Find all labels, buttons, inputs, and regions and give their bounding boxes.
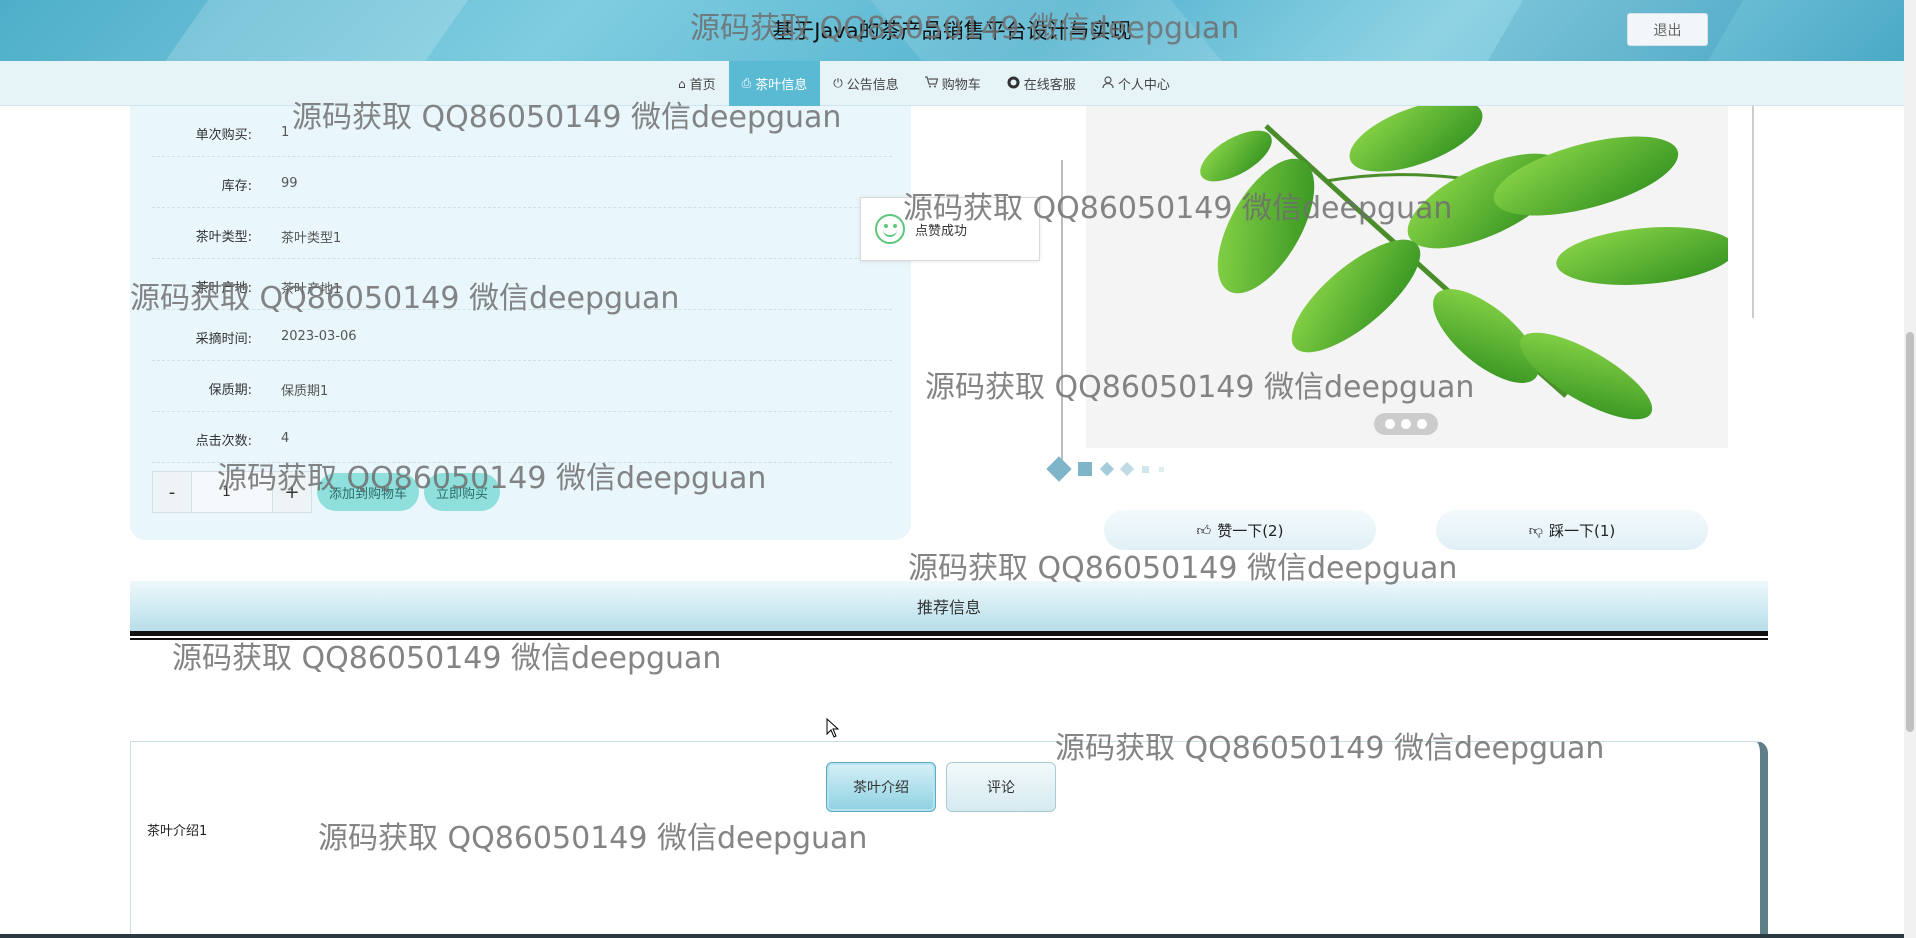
carousel-dot[interactable] bbox=[1385, 419, 1395, 429]
printer-icon: ⎙ bbox=[741, 76, 752, 90]
carousel-dot[interactable] bbox=[1417, 419, 1427, 429]
carousel-divider bbox=[1061, 160, 1063, 460]
detail-label: 库存: bbox=[221, 179, 252, 194]
thumbs-down-icon: 👎︎ bbox=[1528, 522, 1543, 539]
recommend-title: 推荐信息 bbox=[916, 598, 981, 617]
thumbnail-indicator[interactable] bbox=[1078, 462, 1092, 476]
detail-row-origin: 茶叶产地: 茶叶产地1 bbox=[152, 259, 892, 310]
quantity-minus-button[interactable]: - bbox=[152, 471, 192, 513]
detail-row-pick-date: 采摘时间: 2023-03-06 bbox=[152, 310, 892, 361]
nav-item-label: 茶叶信息 bbox=[755, 78, 808, 93]
scrollbar-thumb[interactable] bbox=[1906, 332, 1914, 732]
detail-label: 保质期: bbox=[208, 383, 252, 398]
nav-item-label: 在线客服 bbox=[1023, 78, 1076, 93]
product-detail-panel: 单次购买: 1 库存: 99 茶叶类型: 茶叶类型1 茶叶产地: 茶叶产地1 采… bbox=[130, 106, 911, 540]
nav-item-label: 公告信息 bbox=[846, 78, 899, 93]
thumbs-up-icon: 👍︎ bbox=[1196, 522, 1212, 539]
dislike-button[interactable]: 👎︎ 踩一下(1) bbox=[1436, 510, 1708, 550]
bottom-strip bbox=[0, 934, 1904, 938]
buy-now-button[interactable]: 立即购买 bbox=[424, 473, 500, 511]
mouse-cursor-icon bbox=[826, 718, 840, 738]
detail-value: 保质期1 bbox=[281, 384, 329, 399]
detail-value: 茶叶类型1 bbox=[281, 231, 342, 246]
nav-item-home[interactable]: ⌂ 首页 bbox=[665, 61, 729, 106]
quantity-plus-button[interactable]: + bbox=[272, 471, 312, 513]
detail-value: 99 bbox=[281, 176, 298, 191]
carousel-thumbnails bbox=[1046, 456, 1164, 482]
logout-button[interactable]: 退出 bbox=[1627, 13, 1708, 46]
carousel-pager bbox=[1374, 413, 1438, 435]
power-icon: ⏻ bbox=[833, 76, 843, 90]
dislike-label: 踩一下(1) bbox=[1548, 521, 1616, 540]
detail-label: 单次购买: bbox=[195, 128, 252, 143]
top-header: 基于Java的茶产品销售平台设计与实现 退出 bbox=[0, 0, 1904, 61]
success-toast: 点赞成功 bbox=[860, 197, 1040, 261]
detail-value: 2023-03-06 bbox=[281, 329, 357, 344]
nav-item-label: 首页 bbox=[689, 78, 716, 93]
detail-value: 4 bbox=[281, 431, 290, 446]
detail-row-shelf-life: 保质期: 保质期1 bbox=[152, 361, 892, 412]
detail-label: 茶叶类型: bbox=[195, 230, 252, 245]
nav-item-label: 购物车 bbox=[941, 78, 981, 93]
detail-label: 茶叶产地: bbox=[195, 281, 252, 296]
nav-item-label: 个人中心 bbox=[1117, 78, 1170, 93]
product-image bbox=[1086, 106, 1728, 448]
main-nav: ⌂ 首页 ⎙ 茶叶信息 ⏻ 公告信息 购物车 在线客服 个人中心 bbox=[0, 61, 1904, 106]
nav-item-cart[interactable]: 购物车 bbox=[912, 61, 994, 106]
detail-value: 茶叶产地1 bbox=[281, 282, 342, 297]
carousel-dot[interactable] bbox=[1401, 419, 1411, 429]
user-icon bbox=[1102, 75, 1114, 92]
divider bbox=[130, 631, 1768, 636]
thumbnail-indicator[interactable] bbox=[1046, 456, 1072, 482]
cart-icon bbox=[924, 76, 939, 91]
recommend-header: 推荐信息 bbox=[130, 581, 1768, 631]
nav-item-profile[interactable]: 个人中心 bbox=[1089, 61, 1183, 106]
nav-item-support[interactable]: 在线客服 bbox=[994, 61, 1089, 106]
home-icon: ⌂ bbox=[678, 76, 686, 91]
toast-message: 点赞成功 bbox=[915, 223, 968, 239]
tea-leaves-illustration bbox=[1200, 106, 1728, 420]
thumbnail-indicator[interactable] bbox=[1099, 461, 1115, 477]
carousel-divider bbox=[1752, 106, 1754, 318]
tab-comments[interactable]: 评论 bbox=[946, 762, 1056, 812]
detail-row-clicks: 点击次数: 4 bbox=[152, 412, 892, 463]
detail-tabs: 茶叶介绍 评论 茶叶介绍1 bbox=[130, 741, 1768, 938]
nav-item-announcements[interactable]: ⏻ 公告信息 bbox=[820, 61, 912, 106]
divider bbox=[130, 638, 1768, 640]
add-to-cart-button[interactable]: 添加到购物车 bbox=[317, 473, 419, 511]
detail-label: 点击次数: bbox=[195, 434, 252, 449]
like-button[interactable]: 👍︎ 赞一下(2) bbox=[1104, 510, 1376, 550]
tab-content: 茶叶介绍1 bbox=[147, 824, 208, 839]
page-scrollbar[interactable] bbox=[1904, 0, 1916, 938]
detail-label: 采摘时间: bbox=[195, 332, 252, 347]
thumbnail-indicator[interactable] bbox=[1159, 466, 1164, 472]
detail-value: 1 bbox=[281, 125, 290, 140]
nav-item-tea-info[interactable]: ⎙ 茶叶信息 bbox=[728, 61, 821, 106]
quantity-stepper: - + 添加到购物车 立即购买 bbox=[152, 471, 500, 513]
smile-icon bbox=[875, 214, 905, 244]
chat-icon bbox=[1007, 76, 1020, 92]
like-label: 赞一下(2) bbox=[1217, 521, 1284, 540]
thumbnail-indicator[interactable] bbox=[1119, 461, 1135, 477]
tab-introduction[interactable]: 茶叶介绍 bbox=[826, 762, 936, 812]
detail-row-stock: 库存: 99 bbox=[152, 157, 892, 208]
detail-row-tea-type: 茶叶类型: 茶叶类型1 bbox=[152, 208, 892, 259]
thumbnail-indicator[interactable] bbox=[1142, 465, 1149, 473]
quantity-input[interactable] bbox=[192, 471, 272, 513]
detail-row-purchase: 单次购买: 1 bbox=[152, 106, 892, 157]
site-title: 基于Java的茶产品销售平台设计与实现 bbox=[772, 19, 1132, 43]
